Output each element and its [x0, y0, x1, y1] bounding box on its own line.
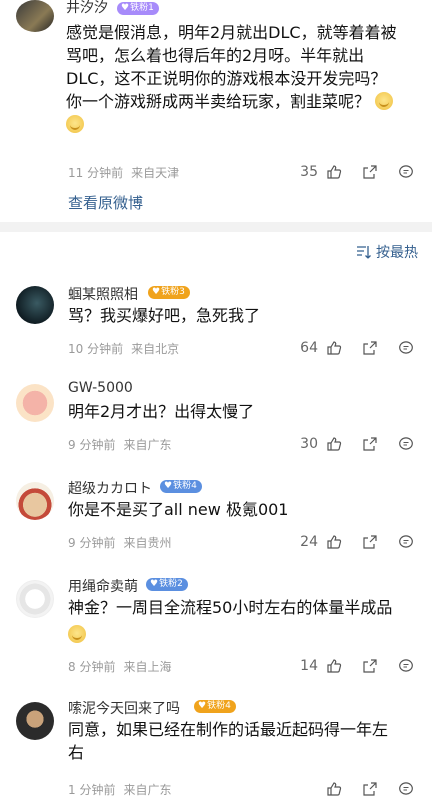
- sort-label: 按最热: [376, 245, 418, 261]
- location: 来自上海: [123, 660, 172, 674]
- reply-icon[interactable]: [396, 338, 416, 358]
- username[interactable]: GW-5000: [68, 380, 133, 396]
- fan-badge: ♥铁粉4: [194, 700, 236, 713]
- heart-icon: ♥: [121, 3, 130, 13]
- comment-text: 神金？一周目全流程50小时左右的体量半成品: [68, 596, 420, 646]
- comment-actions: 14: [300, 656, 416, 676]
- comment-text: 同意，如果已经在制作的话最近起码得一年左 右: [68, 720, 389, 762]
- like-count: 24: [300, 534, 318, 550]
- reply-icon[interactable]: [396, 162, 416, 182]
- timestamp: 10 分钟前: [68, 342, 124, 356]
- avatar[interactable]: [16, 702, 54, 740]
- top-comment: 井汐汐 ♥铁粉1 感觉是假消息，明年2月就出DLC，就等着着被 骂吧，怎么着也得…: [0, 0, 432, 222]
- emoji-icon: [66, 115, 84, 133]
- location: 来自天津: [131, 166, 180, 180]
- location: 来自贵州: [123, 536, 172, 550]
- avatar[interactable]: [16, 482, 54, 520]
- view-original-post-link[interactable]: 查看原微博: [68, 192, 143, 213]
- like-count: 14: [300, 658, 318, 674]
- avatar[interactable]: [16, 286, 54, 324]
- comment-item: 蝈某照照相 ♥铁粉3 骂？我买爆好吧，急死我了 10 分钟前 来自北京 64: [0, 284, 432, 364]
- comment-meta: 1 分钟前 来自广东: [68, 781, 171, 798]
- sort-toggle[interactable]: 按最热: [356, 242, 418, 262]
- emoji-icon: [68, 625, 86, 643]
- comment-actions: 24: [300, 532, 416, 552]
- comment-item: 用绳命卖萌 ♥铁粉2 神金？一周目全流程50小时左右的体量半成品 8 分钟前 来自…: [0, 576, 432, 680]
- emoji-icon: [375, 92, 394, 110]
- comment-meta: 9 分钟前 来自贵州: [68, 534, 171, 551]
- comment-actions: 30: [300, 434, 416, 454]
- avatar[interactable]: [16, 384, 54, 422]
- comment-text: 明年2月才出？出得太慢了: [68, 402, 255, 421]
- reply-icon[interactable]: [396, 434, 416, 454]
- timestamp: 9 分钟前: [68, 438, 116, 452]
- share-icon[interactable]: [360, 434, 380, 454]
- comment-meta: 10 分钟前 来自北京: [68, 340, 179, 357]
- username[interactable]: 蝈某照照相: [68, 284, 138, 304]
- like-icon[interactable]: [324, 656, 344, 676]
- like-icon[interactable]: [324, 338, 344, 358]
- location: 来自广东: [123, 783, 172, 797]
- comment-item: 超级カカロト ♥铁粉4 你是不是买了all new 极氪001 9 分钟前 来自贵…: [0, 478, 432, 558]
- comment-item: GW-5000 明年2月才出？出得太慢了 9 分钟前 来自广东 30: [0, 380, 432, 460]
- timestamp: 1 分钟前: [68, 783, 116, 797]
- share-icon[interactable]: [360, 779, 380, 799]
- username[interactable]: 井汐汐: [66, 0, 108, 16]
- sort-icon: [357, 246, 371, 259]
- comment-text: 骂？我买爆好吧，急死我了: [68, 306, 261, 325]
- comment-text: 感觉是假消息，明年2月就出DLC，就等着着被 骂吧，怎么着也得后年的2月呀。半年…: [66, 21, 422, 136]
- avatar[interactable]: [16, 580, 54, 618]
- reply-icon[interactable]: [396, 532, 416, 552]
- fan-badge: ♥铁粉1: [117, 2, 159, 15]
- location: 来自北京: [131, 342, 180, 356]
- username[interactable]: 超级カカロト: [68, 478, 152, 498]
- like-count: 64: [300, 340, 318, 356]
- share-icon[interactable]: [360, 656, 380, 676]
- fan-badge: ♥铁粉2: [146, 578, 188, 591]
- like-count: 35: [300, 164, 318, 180]
- location: 来自广东: [123, 438, 172, 452]
- like-icon[interactable]: [324, 434, 344, 454]
- like-count: 30: [300, 436, 318, 452]
- username[interactable]: 嗦泥今天回来了吗: [68, 698, 180, 718]
- comment-meta: 9 分钟前 来自广东: [68, 436, 171, 453]
- reply-icon[interactable]: [396, 656, 416, 676]
- comment-actions: [324, 779, 416, 799]
- timestamp: 8 分钟前: [68, 660, 116, 674]
- comment-text: 你是不是买了all new 极氪001: [68, 500, 289, 519]
- section-divider: [0, 222, 432, 232]
- fan-badge: ♥铁粉4: [160, 480, 202, 493]
- reply-icon[interactable]: [396, 779, 416, 799]
- like-icon[interactable]: [324, 779, 344, 799]
- comment-actions: 35: [300, 162, 416, 182]
- comment-actions: 64: [300, 338, 416, 358]
- like-icon[interactable]: [324, 532, 344, 552]
- share-icon[interactable]: [360, 162, 380, 182]
- heart-icon: ♥: [164, 481, 173, 491]
- timestamp: 11 分钟前: [68, 166, 124, 180]
- share-icon[interactable]: [360, 338, 380, 358]
- username[interactable]: 用绳命卖萌: [68, 576, 138, 596]
- avatar[interactable]: [16, 0, 54, 32]
- heart-icon: ♥: [150, 579, 159, 589]
- heart-icon: ♥: [152, 287, 161, 297]
- comment-meta: 8 分钟前 来自上海: [68, 658, 171, 675]
- comment-meta: 11 分钟前 来自天津: [68, 164, 179, 181]
- timestamp: 9 分钟前: [68, 536, 116, 550]
- like-icon[interactable]: [324, 162, 344, 182]
- fan-badge: ♥铁粉3: [148, 286, 190, 299]
- comment-item: 嗦泥今天回来了吗 ♥铁粉4 同意，如果已经在制作的话最近起码得一年左 右 1 分…: [0, 698, 432, 800]
- heart-icon: ♥: [198, 701, 207, 711]
- share-icon[interactable]: [360, 532, 380, 552]
